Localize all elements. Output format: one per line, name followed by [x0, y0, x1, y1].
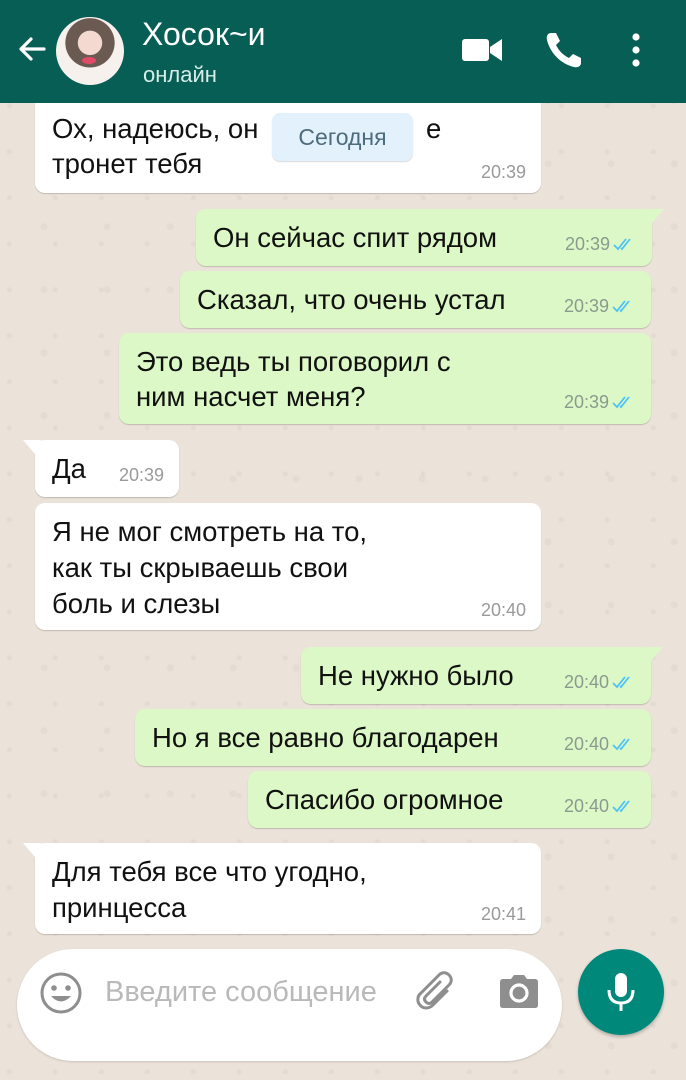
message-text: Не нужно было: [318, 660, 514, 691]
message-text: Ох, надеюсь, он е: [52, 112, 441, 146]
camera-icon[interactable]: [497, 969, 541, 1013]
phone-call-icon[interactable]: [542, 28, 586, 72]
message-bubble-incoming[interactable]: Да 20:39: [23, 440, 179, 497]
message-time: 20:40: [563, 796, 609, 816]
attach-icon[interactable]: [413, 969, 459, 1015]
message-time: 20:39: [563, 392, 609, 412]
read-ticks-icon: [612, 300, 630, 313]
avatar[interactable]: [56, 17, 124, 85]
message-line: Я не мог смотреть на то,: [52, 516, 368, 547]
message-text: Сказал, что очень устал: [197, 284, 506, 315]
message-time: 20:39: [480, 162, 526, 182]
message-bubble-incoming[interactable]: Для тебя все что угодно, принцесса 20:41: [23, 843, 541, 934]
contact-status: онлайн: [143, 62, 217, 87]
read-ticks-icon: [612, 738, 630, 751]
message-line: тронет тебя: [52, 148, 203, 179]
read-ticks-icon: [612, 396, 630, 409]
message-line: принцесса: [52, 892, 187, 923]
message-line: как ты скрываешь свои: [52, 552, 349, 583]
mic-icon: [607, 973, 635, 1011]
bubble-tail: [23, 440, 41, 454]
message-bubble-outgoing[interactable]: Сказал, что очень устал 20:39: [180, 271, 651, 328]
message-time: 20:40: [563, 734, 609, 754]
message-bubble-outgoing[interactable]: Не нужно было 20:40: [301, 647, 663, 704]
message-time: 20:39: [118, 465, 164, 485]
message-line: боль и слезы: [52, 588, 221, 619]
bubble-tail: [645, 647, 663, 661]
message-text: Но я все равно благодарен: [152, 722, 499, 753]
message-bubble-outgoing[interactable]: Но я все равно благодарен 20:40: [135, 709, 651, 766]
message-input[interactable]: [105, 973, 405, 1045]
message-time: 20:40: [563, 672, 609, 692]
message-time: 20:39: [564, 234, 610, 254]
message-bubble-incoming[interactable]: Я не мог смотреть на то, как ты скрываеш…: [35, 503, 541, 630]
message-line: Ох, надеюсь, он: [52, 113, 259, 144]
message-bubble-outgoing[interactable]: Он сейчас спит рядом 20:39: [196, 209, 664, 266]
read-ticks-icon: [612, 800, 630, 813]
message-line: Для тебя все что угодно,: [52, 856, 367, 887]
message-line-fragment: е: [426, 113, 442, 144]
bubble-tail: [23, 843, 41, 857]
emoji-icon[interactable]: [39, 971, 83, 1015]
contact-name[interactable]: Хосок~и: [142, 16, 266, 53]
message-time: 20:40: [480, 600, 526, 620]
message-bubble-outgoing[interactable]: Спасибо огромное 20:40: [248, 771, 651, 828]
message-text: Он сейчас спит рядом: [213, 222, 497, 253]
read-ticks-icon: [612, 676, 630, 689]
read-ticks-icon: [613, 238, 631, 251]
message-time: 20:39: [563, 296, 609, 316]
more-options-icon[interactable]: [616, 28, 656, 72]
message-line: Это ведь ты поговорил с: [136, 346, 451, 377]
message-line: ним насчет меня?: [136, 381, 366, 412]
video-call-icon[interactable]: [460, 28, 504, 72]
chat-header: Хосок~и онлайн: [0, 0, 686, 103]
message-composer: [17, 949, 562, 1061]
date-divider: Сегодня: [272, 113, 413, 161]
bubble-tail: [646, 209, 664, 223]
back-arrow-icon[interactable]: [14, 31, 50, 67]
message-text: Да: [52, 453, 86, 484]
message-bubble-outgoing[interactable]: Это ведь ты поговорил с ним насчет меня?…: [119, 333, 651, 424]
message-time: 20:41: [480, 904, 526, 924]
voice-message-button[interactable]: [578, 949, 664, 1035]
message-text: Спасибо огромное: [265, 784, 504, 815]
